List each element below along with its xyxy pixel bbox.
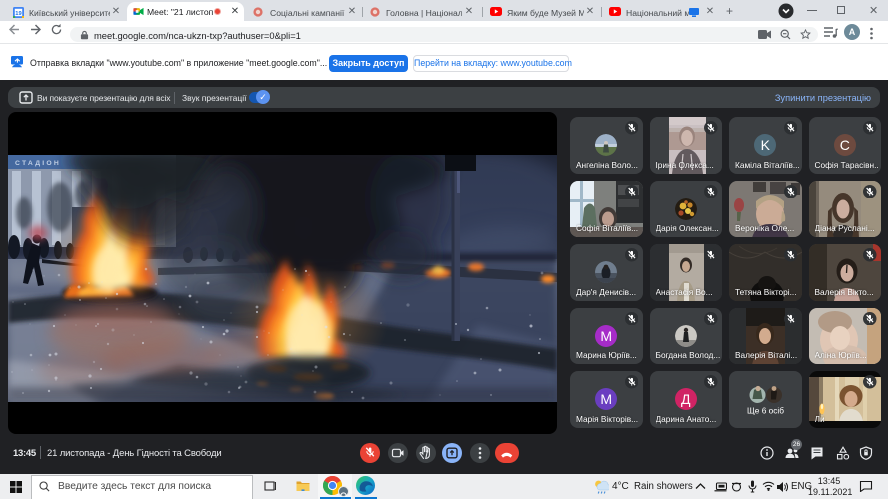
svg-text:19: 19 (15, 11, 22, 17)
svg-text:Ще 6 осіб: Ще 6 осіб (747, 406, 784, 416)
svg-text:СТАДІОН: СТАДІОН (15, 160, 61, 167)
